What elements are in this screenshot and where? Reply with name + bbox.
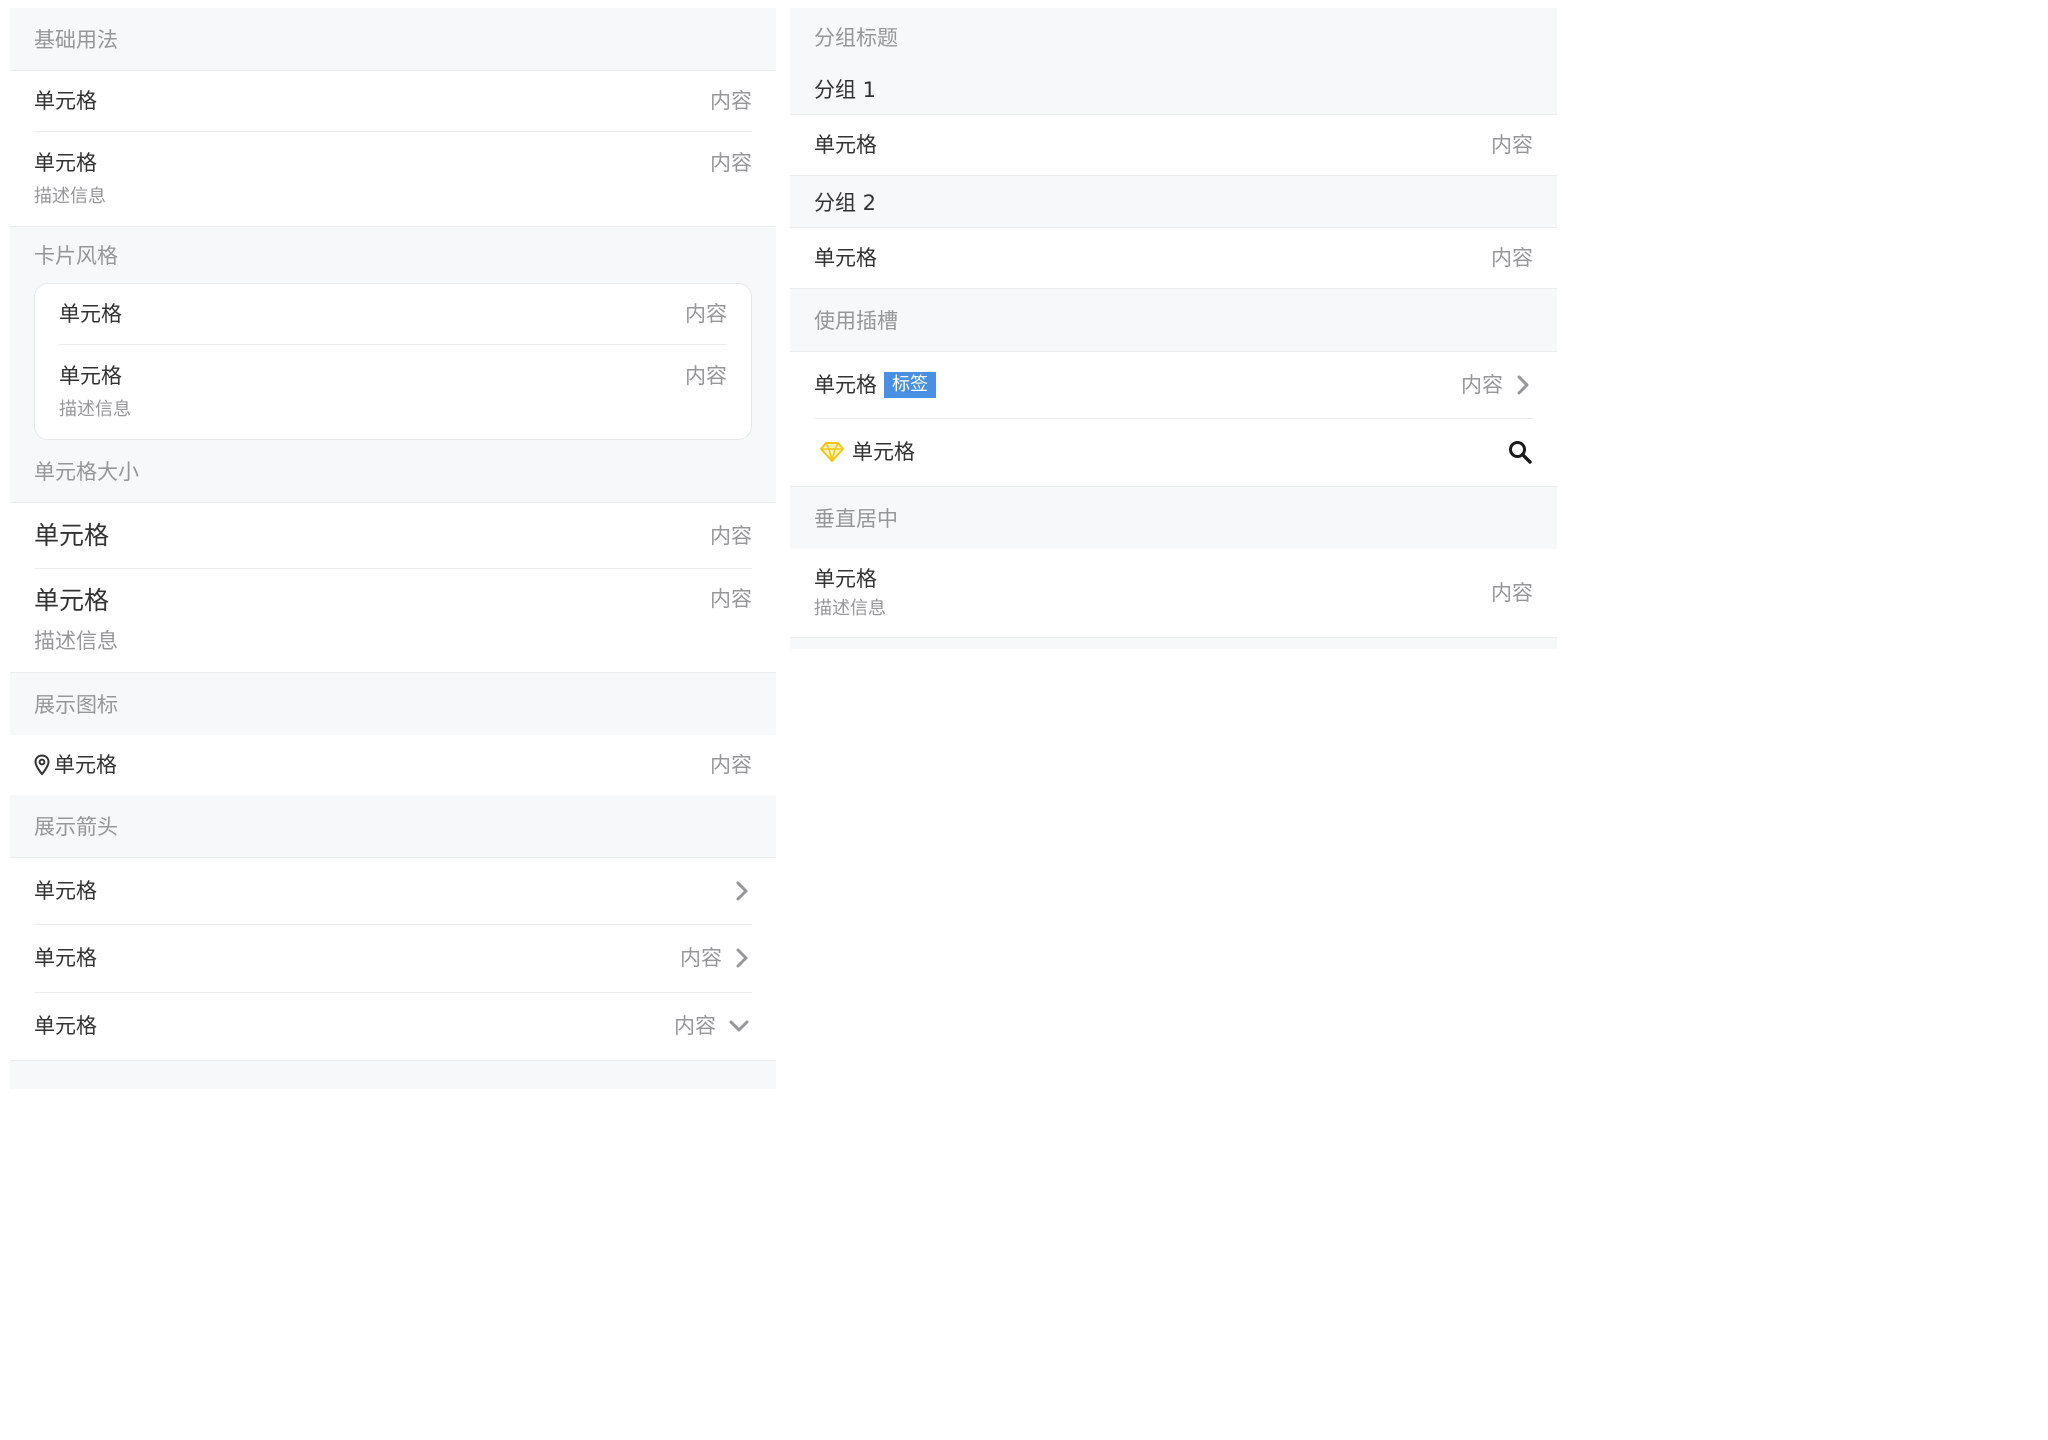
- cell-value: 内容: [1491, 246, 1533, 270]
- cell[interactable]: 单元格 内容: [35, 284, 751, 344]
- cell[interactable]: 单元格 描述信息 内容: [10, 131, 776, 226]
- card-cell-group: 单元格 内容 单元格 描述信息 内容: [34, 283, 752, 440]
- diamond-icon: [820, 442, 844, 462]
- cell[interactable]: 单元格 内容: [790, 228, 1557, 288]
- cell-title: 单元格: [34, 946, 97, 970]
- cell-label: 描述信息: [34, 629, 118, 653]
- cell-value: 内容: [680, 946, 722, 970]
- cell[interactable]: 单元格 描述信息 内容: [10, 568, 776, 672]
- section-title-card: 卡片风格: [34, 244, 118, 268]
- cell-group-basic: 单元格 内容 单元格 描述信息 内容: [10, 70, 776, 227]
- cell-title: 单元格: [814, 567, 877, 591]
- cell-title: 单元格: [34, 586, 110, 615]
- search-icon[interactable]: [1507, 439, 1533, 465]
- cell-value: 内容: [710, 753, 752, 777]
- cell[interactable]: 单元格 内容: [10, 735, 776, 795]
- cell-value: 内容: [710, 523, 752, 548]
- cell-value: 内容: [1461, 373, 1503, 397]
- cell-value: 内容: [710, 151, 752, 175]
- cell-title: 单元格: [34, 151, 97, 175]
- cell-title: 单元格: [59, 302, 122, 326]
- cell[interactable]: 单元格 内容: [10, 992, 776, 1060]
- group-title-1: 分组 1: [814, 78, 877, 102]
- cell-group-icon: 单元格 内容: [10, 735, 776, 795]
- section-title-slots: 使用插槽: [814, 309, 898, 333]
- cell-value: 内容: [1491, 581, 1533, 605]
- section-title-size: 单元格大小: [34, 460, 139, 484]
- chevron-right-icon: [732, 943, 752, 973]
- cell[interactable]: 单元格: [790, 418, 1557, 486]
- cell-title: 单元格: [34, 520, 110, 550]
- location-icon: [34, 754, 50, 776]
- section-title-group: 分组标题: [814, 26, 898, 50]
- cell-label: 描述信息: [34, 186, 106, 207]
- cell[interactable]: 单元格 内容: [10, 503, 776, 568]
- cell-value: 内容: [685, 364, 727, 388]
- cell[interactable]: 单元格: [10, 858, 776, 924]
- cell-group-2: 单元格 内容: [790, 227, 1557, 289]
- tag-badge: 标签: [884, 372, 936, 398]
- cell-group-large: 单元格 内容 单元格 描述信息 内容: [10, 502, 776, 673]
- cell-group-center: 单元格 描述信息 内容: [790, 549, 1557, 638]
- cell-value: 内容: [1491, 133, 1533, 157]
- cell[interactable]: 单元格 内容: [10, 924, 776, 992]
- section-title-arrow: 展示箭头: [34, 815, 118, 839]
- cell-title: 单元格: [54, 753, 117, 777]
- cell[interactable]: 单元格 描述信息 内容: [35, 344, 751, 439]
- cell[interactable]: 单元格 标签 内容: [790, 352, 1557, 418]
- cell-value: 内容: [685, 302, 727, 326]
- cell-label: 描述信息: [814, 598, 886, 619]
- cell-label: 描述信息: [59, 399, 131, 420]
- demo-panel-right: 分组标题 分组 1 单元格 内容 分组 2 单元格 内容 使用插槽 单元格 标签…: [790, 8, 1557, 649]
- cell-title: 单元格: [852, 440, 915, 464]
- cell-title: 单元格: [814, 373, 877, 397]
- cell-title: 单元格: [34, 89, 97, 113]
- section-title-icon: 展示图标: [34, 693, 118, 717]
- chevron-right-icon: [732, 876, 752, 906]
- cell-group-arrow: 单元格 单元格 内容 单元格 内容: [10, 857, 776, 1061]
- cell-group-1: 单元格 内容: [790, 114, 1557, 176]
- cell-title: 单元格: [34, 879, 97, 903]
- cell[interactable]: 单元格 描述信息 内容: [790, 549, 1557, 637]
- section-title-basic: 基础用法: [34, 28, 118, 52]
- cell-title: 单元格: [59, 364, 122, 388]
- demo-panel-left: 基础用法 单元格 内容 单元格 描述信息 内容 卡片风格 单元格 内容 单元格 …: [10, 8, 776, 1089]
- cell-value: 内容: [710, 89, 752, 113]
- cell-title: 单元格: [34, 1014, 97, 1038]
- cell[interactable]: 单元格 内容: [790, 115, 1557, 175]
- cell[interactable]: 单元格 内容: [10, 71, 776, 131]
- cell-value: 内容: [710, 587, 752, 611]
- group-title-2: 分组 2: [814, 191, 877, 215]
- cell-title: 单元格: [814, 246, 877, 270]
- cell-group-slots: 单元格 标签 内容 单元格: [790, 351, 1557, 487]
- cell-value: 内容: [674, 1014, 716, 1038]
- chevron-right-icon: [1513, 370, 1533, 400]
- cell-title: 单元格: [814, 133, 877, 157]
- chevron-down-icon: [726, 1011, 752, 1041]
- section-title-center: 垂直居中: [814, 507, 898, 531]
